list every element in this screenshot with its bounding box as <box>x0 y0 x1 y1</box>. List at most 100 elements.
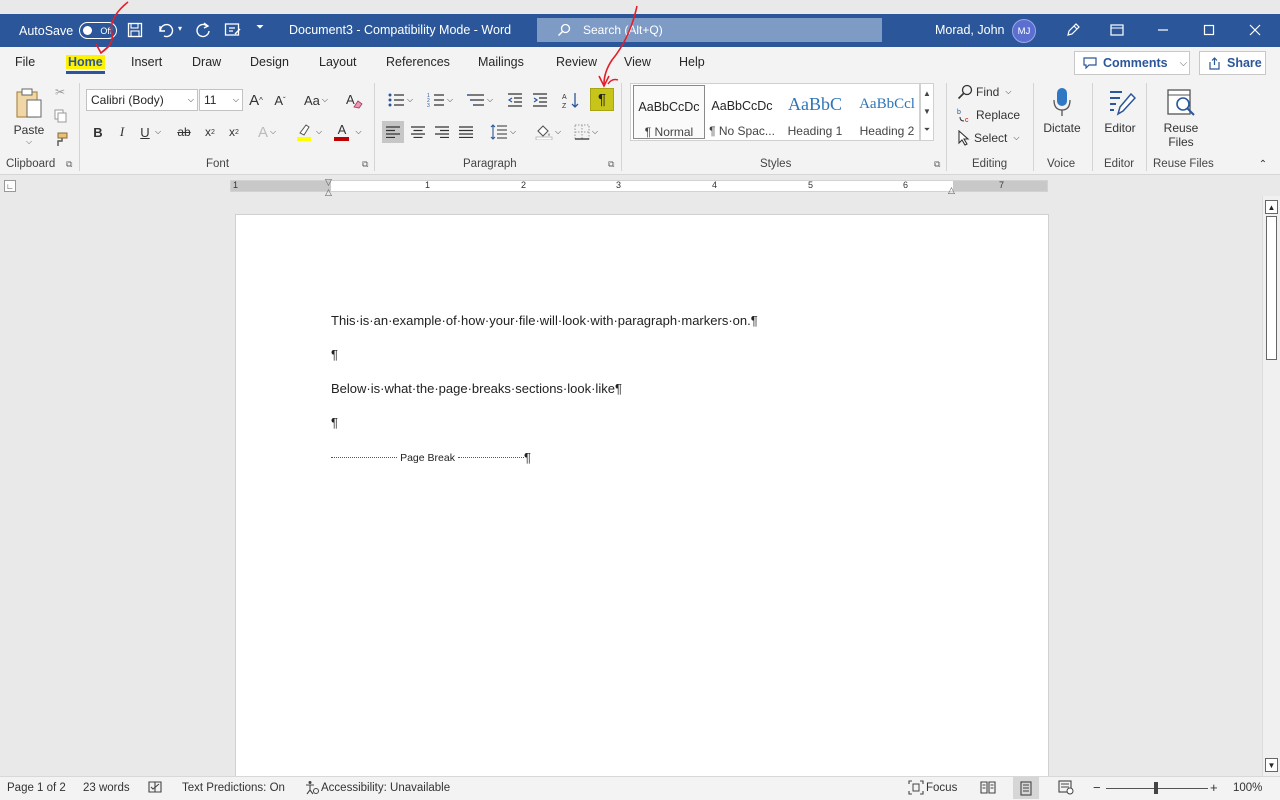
change-case-button[interactable]: Aa ⌵ <box>300 89 332 111</box>
bullets-button[interactable]: ⌵ <box>382 89 418 111</box>
touch-mode-icon[interactable] <box>222 19 244 41</box>
tab-layout[interactable]: Layout <box>319 55 357 69</box>
text-effects-button[interactable]: A ⌵ <box>253 121 281 143</box>
comments-button[interactable]: Comments ⌵ <box>1074 51 1190 75</box>
find-button[interactable]: Find ⌵ <box>957 82 1011 102</box>
tab-help[interactable]: Help <box>679 55 705 69</box>
tab-selector-icon[interactable]: ∟ <box>4 180 16 192</box>
chevron-down-icon[interactable]: ⌵ <box>153 121 163 143</box>
align-right-button[interactable] <box>431 121 453 143</box>
vertical-scrollbar[interactable]: ▲ ▼ <box>1262 196 1280 776</box>
redo-icon[interactable] <box>192 19 214 41</box>
word-count[interactable]: 23 words <box>83 782 130 794</box>
pen-icon[interactable] <box>1058 17 1088 43</box>
proofing-icon[interactable] <box>148 780 162 797</box>
search-box[interactable]: Search (Alt+Q) <box>537 18 882 42</box>
zoom-level[interactable]: 100% <box>1233 782 1262 794</box>
cut-icon[interactable]: ✂ <box>52 83 68 101</box>
editor-button[interactable]: Editor <box>1100 83 1140 135</box>
autosave-control[interactable]: AutoSave Off <box>19 22 118 39</box>
replace-button[interactable]: bc Replace <box>957 105 1020 125</box>
dictate-button[interactable]: Dictate <box>1040 83 1084 135</box>
paragraph[interactable]: ¶ <box>331 415 338 430</box>
font-name-combo[interactable]: Calibri (Body) ⌵ <box>86 89 198 111</box>
font-size-combo[interactable]: 11 ⌵ <box>199 89 243 111</box>
superscript-button[interactable]: x2 <box>224 121 244 143</box>
tab-design[interactable]: Design <box>250 55 289 69</box>
web-layout-icon[interactable] <box>1058 780 1074 798</box>
sort-icon[interactable]: AZ <box>561 89 581 111</box>
read-mode-icon[interactable] <box>980 780 996 797</box>
bold-button[interactable]: B <box>89 121 107 143</box>
multilevel-list-button[interactable]: ⌵ <box>462 89 498 111</box>
customize-qat-icon[interactable]: ⏷ <box>256 22 264 33</box>
style-heading-2[interactable]: AaBbCcl Heading 2 <box>851 85 923 139</box>
style-heading-1[interactable]: AaBbC Heading 1 <box>779 85 851 139</box>
underline-button[interactable]: U <box>137 121 153 143</box>
avatar[interactable]: MJ <box>1012 19 1036 43</box>
zoom-out-button[interactable]: − <box>1093 780 1101 795</box>
styles-launcher-icon[interactable]: ⧉ <box>934 159 940 170</box>
tab-insert[interactable]: Insert <box>131 55 162 69</box>
collapse-ribbon-icon[interactable]: ⌃ <box>1256 157 1270 171</box>
text-predictions-status[interactable]: Text Predictions: On <box>182 782 285 794</box>
page-break[interactable]: Page Break ¶ <box>331 450 531 465</box>
style-normal[interactable]: AaBbCcDc ¶ Normal <box>633 85 705 139</box>
clipboard-launcher-icon[interactable]: ⧉ <box>66 159 72 170</box>
focus-button[interactable]: Focus <box>926 782 957 794</box>
right-indent-marker[interactable]: △ <box>948 185 955 196</box>
font-color-button[interactable]: A ⌵ <box>331 121 365 143</box>
select-button[interactable]: Select ⌵ <box>957 128 1019 148</box>
ribbon-display-icon[interactable] <box>1102 17 1132 43</box>
scroll-up-icon[interactable]: ▲ <box>923 89 931 98</box>
more-styles-icon[interactable]: ⏷ <box>924 125 930 135</box>
share-button[interactable]: Share <box>1199 51 1266 75</box>
decrease-indent-icon[interactable] <box>505 89 525 111</box>
scroll-up-icon[interactable]: ▲ <box>1265 200 1278 214</box>
tab-home[interactable]: Home <box>66 55 105 74</box>
increase-indent-icon[interactable] <box>530 89 550 111</box>
document-page[interactable]: This·is·an·example·of·how·your·file·will… <box>235 214 1049 776</box>
user-name[interactable]: Morad, John <box>935 23 1004 37</box>
style-no-spacing[interactable]: AaBbCcDc ¶ No Spac... <box>706 85 778 139</box>
line-spacing-button[interactable]: ⌵ <box>486 121 520 143</box>
paragraph[interactable]: ¶ <box>331 347 338 362</box>
borders-button[interactable]: ⌵ <box>569 121 603 143</box>
format-painter-icon[interactable] <box>52 130 68 148</box>
undo-dropdown-icon[interactable]: ▾ <box>178 24 182 33</box>
italic-button[interactable]: I <box>113 121 131 143</box>
scroll-down-icon[interactable]: ▼ <box>923 107 931 116</box>
save-icon[interactable] <box>124 19 146 41</box>
accessibility-status[interactable]: Accessibility: Unavailable <box>321 782 450 794</box>
page-count[interactable]: Page 1 of 2 <box>7 782 66 794</box>
zoom-in-button[interactable]: + <box>1210 780 1218 795</box>
focus-icon[interactable] <box>908 780 924 798</box>
scrollbar-thumb[interactable] <box>1266 216 1277 360</box>
minimize-icon[interactable] <box>1148 17 1178 43</box>
tab-references[interactable]: References <box>386 55 450 69</box>
paste-button[interactable]: Paste ⌵ <box>10 85 48 147</box>
maximize-icon[interactable] <box>1194 17 1224 43</box>
highlight-color-button[interactable]: ⌵ <box>292 121 326 143</box>
tab-file[interactable]: File <box>15 55 35 69</box>
reuse-files-button[interactable]: Reuse Files <box>1158 83 1204 149</box>
clear-formatting-icon[interactable]: A <box>344 89 364 111</box>
align-center-button[interactable] <box>407 121 429 143</box>
font-launcher-icon[interactable]: ⧉ <box>362 159 368 170</box>
tab-mailings[interactable]: Mailings <box>478 55 524 69</box>
zoom-slider-thumb[interactable] <box>1154 782 1158 794</box>
close-icon[interactable] <box>1240 17 1270 43</box>
tab-draw[interactable]: Draw <box>192 55 221 69</box>
justify-button[interactable] <box>455 121 477 143</box>
shrink-font-button[interactable]: Aˇ <box>270 89 290 111</box>
paragraph-launcher-icon[interactable]: ⧉ <box>608 159 614 170</box>
horizontal-ruler[interactable]: 1 1 2 3 4 5 6 7 ▽ △ △ <box>230 177 1048 197</box>
shading-button[interactable]: ⌵ <box>531 121 565 143</box>
print-layout-icon[interactable] <box>1013 777 1039 799</box>
grow-font-button[interactable]: A ^ <box>246 89 266 111</box>
show-paragraph-marks-button[interactable]: ¶ <box>590 88 614 111</box>
align-left-button[interactable] <box>382 121 404 143</box>
autosave-toggle[interactable]: Off <box>79 22 118 39</box>
scroll-down-icon[interactable]: ▼ <box>1265 758 1278 772</box>
paragraph[interactable]: Below·is·what·the·page·breaks·sections·l… <box>331 381 622 396</box>
